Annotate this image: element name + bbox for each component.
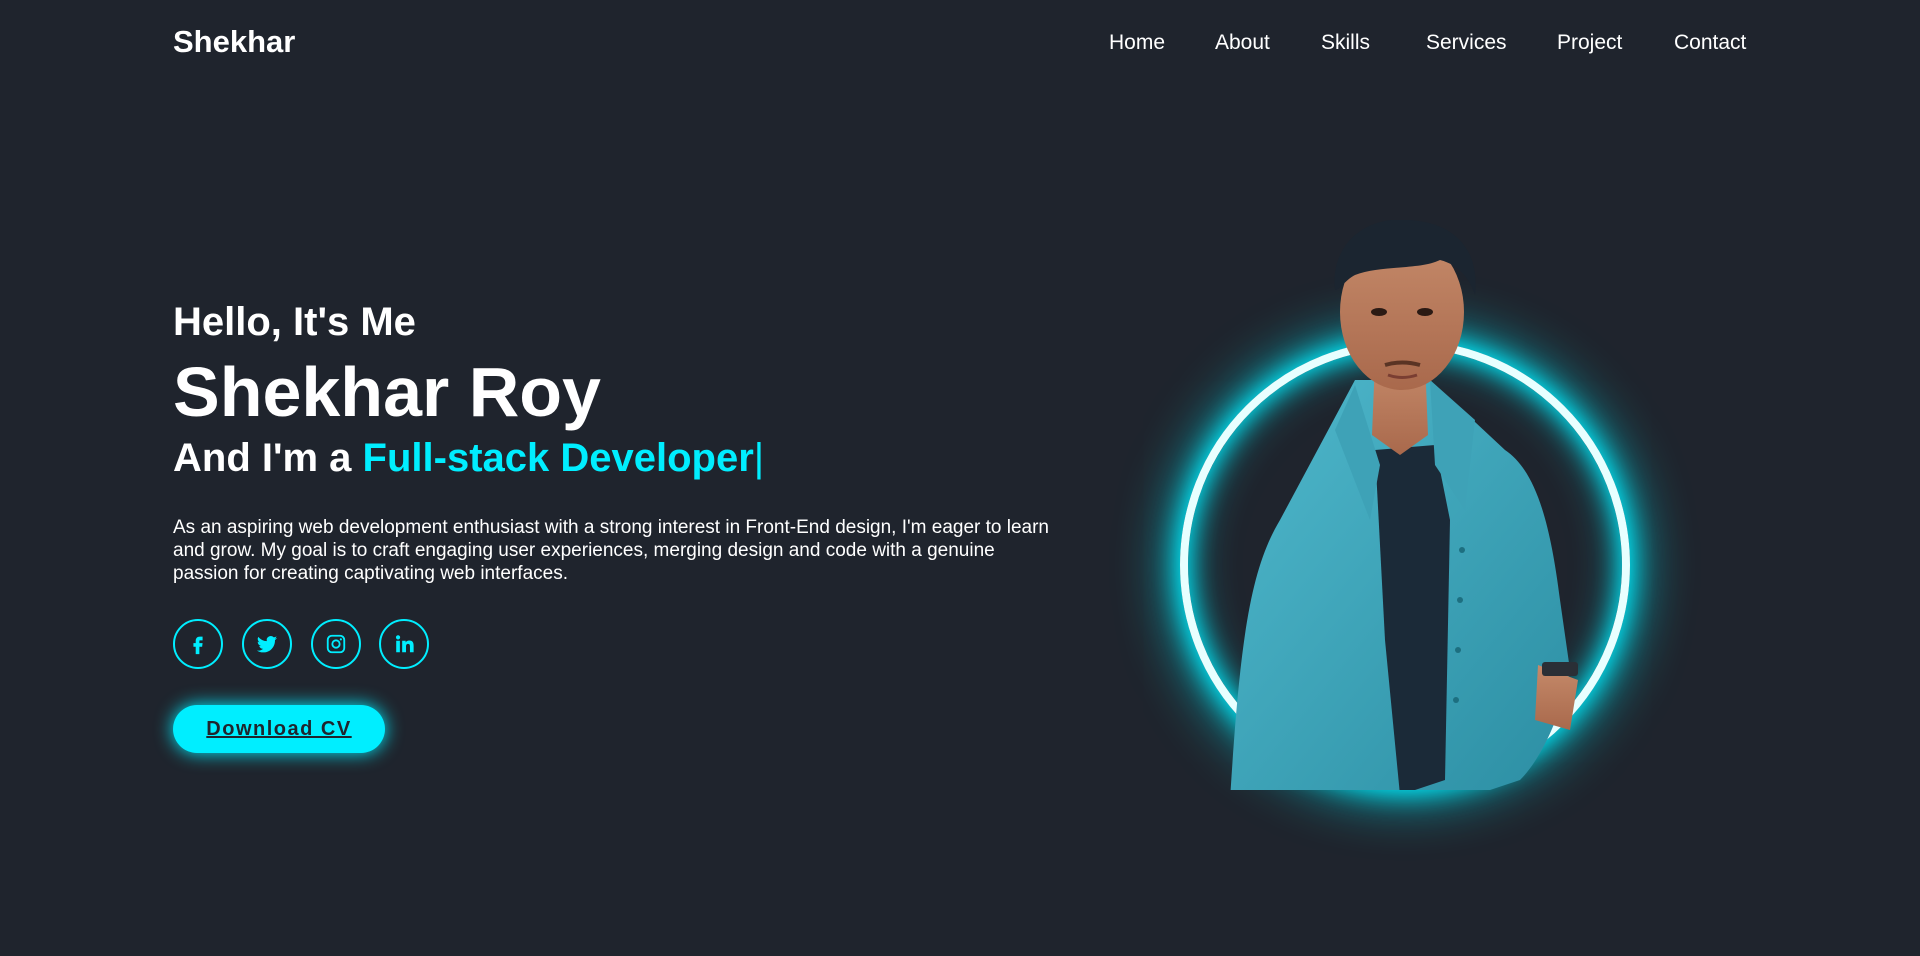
nav-about[interactable]: About xyxy=(1215,31,1270,55)
profile-photo xyxy=(1230,220,1578,790)
instagram-icon xyxy=(326,634,346,654)
main-nav: Home About Skills Services Project Conta… xyxy=(0,31,1920,61)
nav-contact[interactable]: Contact xyxy=(1674,31,1746,55)
page: Shekhar Home About Skills Services Proje… xyxy=(0,0,1920,956)
hero-content: Hello, It's Me Shekhar Roy And I'm a Ful… xyxy=(173,300,1073,585)
site-header: Shekhar Home About Skills Services Proje… xyxy=(0,0,1920,86)
profile-portrait xyxy=(1130,220,1670,840)
role-prefix: And I'm a xyxy=(173,436,363,480)
linkedin-icon xyxy=(395,635,414,653)
nav-services[interactable]: Services xyxy=(1426,31,1507,55)
hero-role: And I'm a Full-stack Developer| xyxy=(173,434,1073,482)
instagram-link[interactable] xyxy=(311,619,361,669)
facebook-link[interactable] xyxy=(173,619,223,669)
role-highlight: Full-stack Developer xyxy=(362,436,754,480)
hero-name: Shekhar Roy xyxy=(173,353,601,431)
download-cv-button[interactable]: Download CV xyxy=(173,705,385,753)
hero-greeting: Hello, It's Me xyxy=(173,300,416,344)
facebook-icon xyxy=(193,636,203,655)
nav-home[interactable]: Home xyxy=(1109,31,1165,55)
nav-skills[interactable]: Skills xyxy=(1321,31,1370,55)
twitter-link[interactable] xyxy=(242,619,292,669)
typing-cursor: | xyxy=(753,436,765,480)
nav-project[interactable]: Project xyxy=(1557,31,1622,55)
twitter-icon xyxy=(256,636,278,653)
hero-bio: As an aspiring web development enthusias… xyxy=(173,517,1049,584)
linkedin-link[interactable] xyxy=(379,619,429,669)
